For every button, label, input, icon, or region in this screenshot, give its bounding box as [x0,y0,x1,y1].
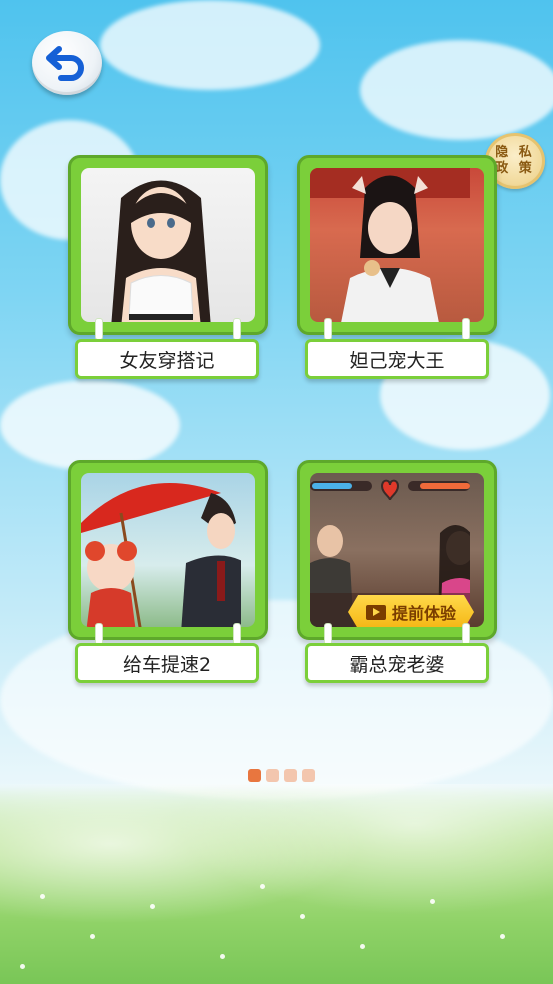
card-pin [324,623,332,645]
flower [500,934,505,939]
back-arrow-icon [46,46,84,81]
page-dot-1[interactable] [248,769,261,782]
game-thumbnail [310,168,484,322]
dancer-illustration [310,168,470,322]
back-button[interactable] [32,31,102,95]
card-pin [95,623,103,645]
game-title-plate-3[interactable]: 给车提速2 [75,643,259,683]
flower [300,914,305,919]
game-title: 霸总宠老婆 [349,653,445,676]
flower [90,934,95,939]
game-card-3[interactable] [68,460,268,645]
privacy-line-2: 政 策 [495,161,535,176]
page-dot-3[interactable] [284,769,297,782]
privacy-line-1: 隐 私 [495,145,535,160]
video-play-icon [365,604,386,620]
flower [360,944,365,949]
game-title: 妲己宠大王 [349,349,445,372]
card-pin [462,318,470,340]
card-pin [324,318,332,340]
card-pin [233,318,241,340]
game-title: 给车提速2 [122,653,212,676]
game-thumbnail [81,168,255,322]
flower [220,954,225,959]
card-pin [95,318,103,340]
game-title-plate-2[interactable]: 妲己宠大王 [305,339,489,379]
game-card-1[interactable] [68,155,268,340]
girl-illustration [111,180,211,322]
flower [430,899,435,904]
card-pin [462,623,470,645]
page-indicator [248,769,315,782]
flower [20,964,25,969]
grass-ground [0,784,553,984]
page-dot-4[interactable] [302,769,315,782]
game-title-plate-1[interactable]: 女友穿搭记 [75,339,259,379]
wedding-illustration [81,483,251,627]
game-title-plate-4[interactable]: 霸总宠老婆 [305,643,489,683]
cloud [360,40,553,140]
game-thumbnail [81,473,255,627]
game-card-2[interactable] [297,155,497,340]
early-access-tag[interactable]: 提前体验 [348,595,474,627]
flower [150,904,155,909]
page-dot-2[interactable] [266,769,279,782]
flower [40,894,45,899]
game-thumbnail: 提前体验 [310,473,484,627]
flower [260,884,265,889]
card-pin [233,623,241,645]
early-access-label: 提前体验 [391,604,456,623]
game-card-4[interactable]: 提前体验 [297,460,497,645]
cloud [100,0,320,90]
cloud [0,380,180,470]
game-title: 女友穿搭记 [119,349,215,372]
